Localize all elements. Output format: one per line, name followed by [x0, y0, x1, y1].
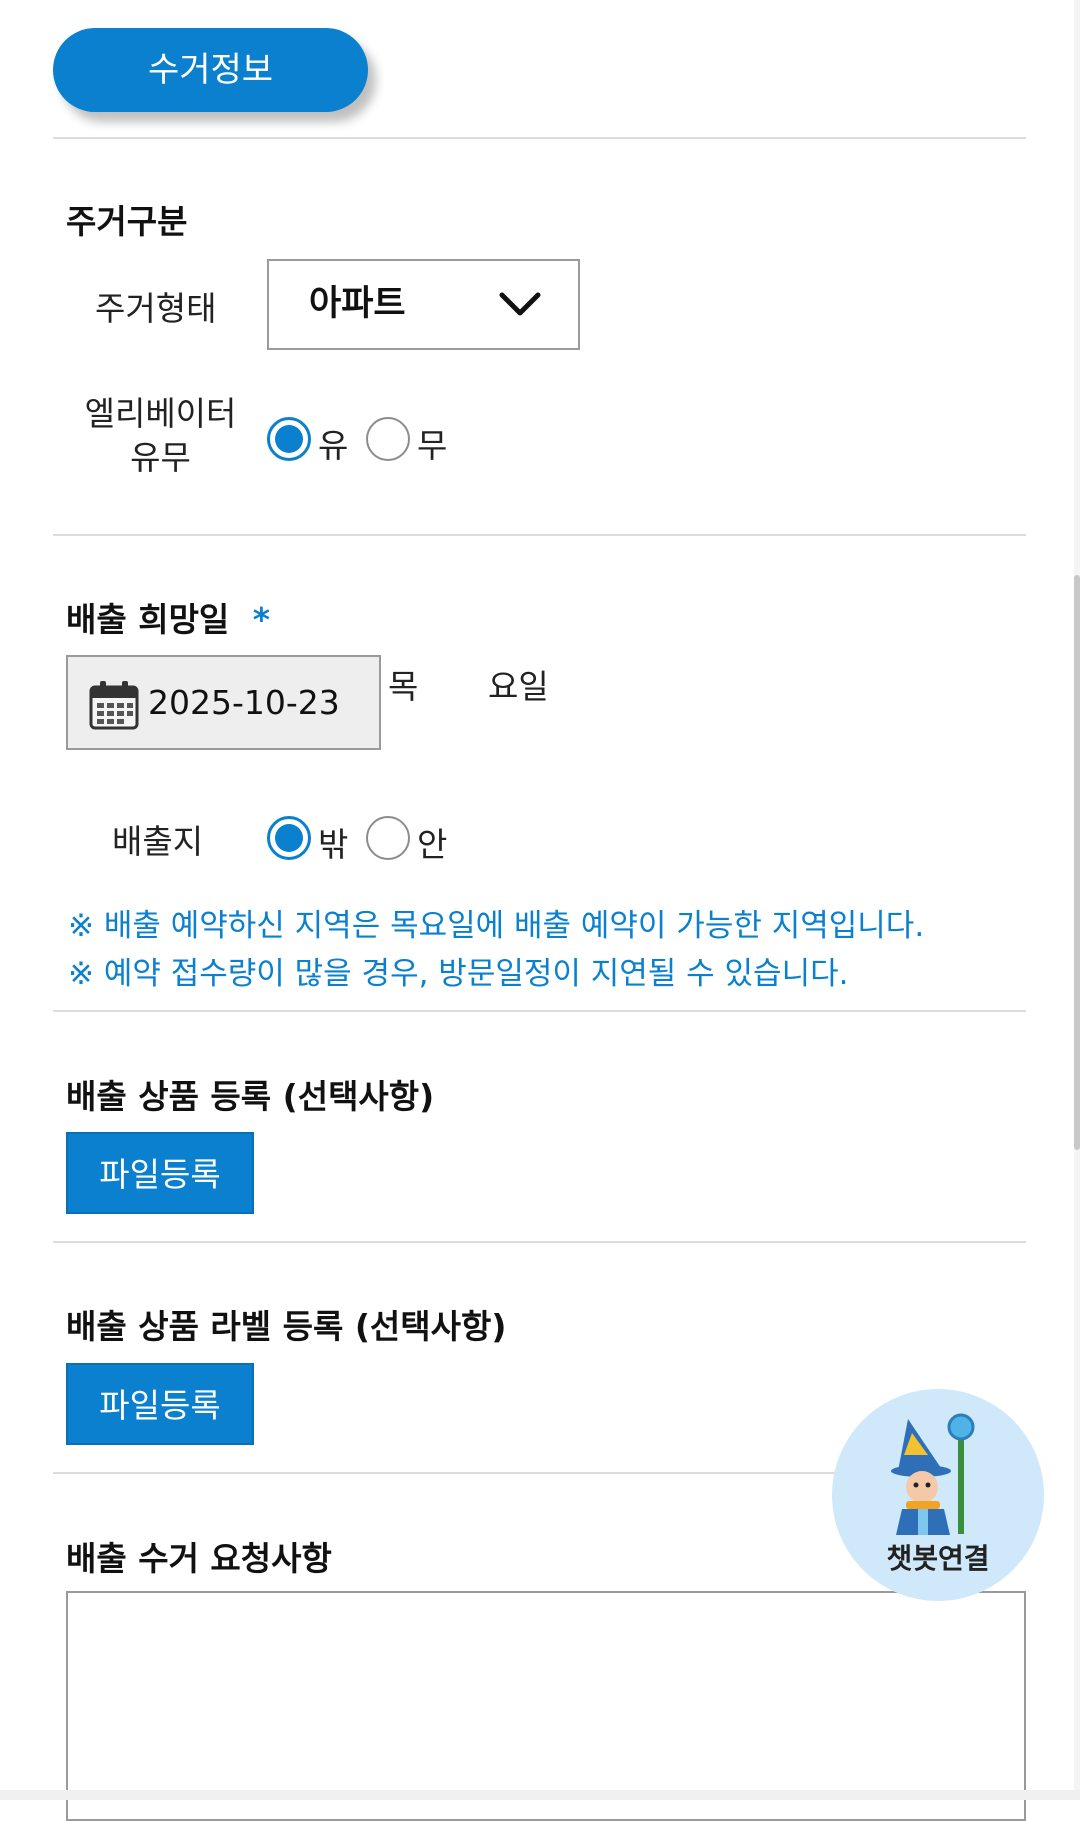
- elevator-yes-radio[interactable]: [267, 417, 311, 461]
- date-section-title-text: 배출 희망일: [66, 600, 230, 639]
- location-label: 배출지: [112, 822, 204, 861]
- collection-info-tab[interactable]: 수거정보: [53, 28, 368, 112]
- label-register-title: 배출 상품 라벨 등록 (선택사항): [66, 1307, 507, 1346]
- divider: [53, 1241, 1026, 1243]
- chatbot-button[interactable]: 챗봇연결: [832, 1389, 1044, 1601]
- housing-section-title: 주거구분: [66, 202, 188, 241]
- divider: [53, 1010, 1026, 1012]
- notice-line: ※ 예약 접수량이 많을 경우, 방문일정이 지연될 수 있습니다.: [68, 956, 849, 992]
- request-section-title: 배출 수거 요청사항: [66, 1539, 332, 1578]
- scrollbar-thumb[interactable]: [1074, 575, 1080, 1150]
- bottom-edge: [0, 1790, 1080, 1800]
- date-value: 2025-10-23: [148, 683, 340, 722]
- location-inside-label: 안: [417, 825, 448, 864]
- divider: [53, 137, 1026, 139]
- elevator-label: 엘리베이터 유무: [78, 392, 243, 480]
- elevator-no-label: 무: [417, 426, 448, 465]
- date-section-title: 배출 희망일 *: [66, 593, 270, 641]
- location-outside-label: 밖: [318, 825, 349, 864]
- location-outside-radio[interactable]: [267, 816, 311, 860]
- weekday-suffix: 요일: [488, 667, 549, 706]
- label-file-upload-button[interactable]: 파일등록: [66, 1363, 254, 1445]
- location-inside-radio[interactable]: [366, 816, 410, 860]
- elevator-no-radio[interactable]: [366, 417, 410, 461]
- request-textarea[interactable]: [66, 1591, 1026, 1821]
- calendar-icon: [89, 681, 139, 730]
- elevator-label-line1: 엘리베이터: [84, 394, 237, 433]
- product-register-title: 배출 상품 등록 (선택사항): [66, 1077, 435, 1116]
- elevator-yes-label: 유: [318, 426, 349, 465]
- product-file-upload-button[interactable]: 파일등록: [66, 1132, 254, 1214]
- weekday-value: 목: [388, 667, 419, 706]
- housing-type-label: 주거형태: [95, 289, 217, 328]
- required-mark: *: [252, 600, 271, 639]
- elevator-label-line2: 유무: [130, 438, 191, 477]
- date-picker[interactable]: 2025-10-23: [66, 655, 381, 750]
- chatbot-label: 챗봇연결: [886, 1542, 990, 1575]
- divider: [53, 534, 1026, 536]
- notice-line: ※ 배출 예약하신 지역은 목요일에 배출 예약이 가능한 지역입니다.: [68, 908, 925, 944]
- chevron-down-icon: [499, 292, 541, 316]
- housing-type-value: 아파트: [309, 284, 406, 324]
- housing-type-select[interactable]: 아파트: [267, 259, 580, 350]
- wizard-mascot-icon: [891, 1413, 975, 1535]
